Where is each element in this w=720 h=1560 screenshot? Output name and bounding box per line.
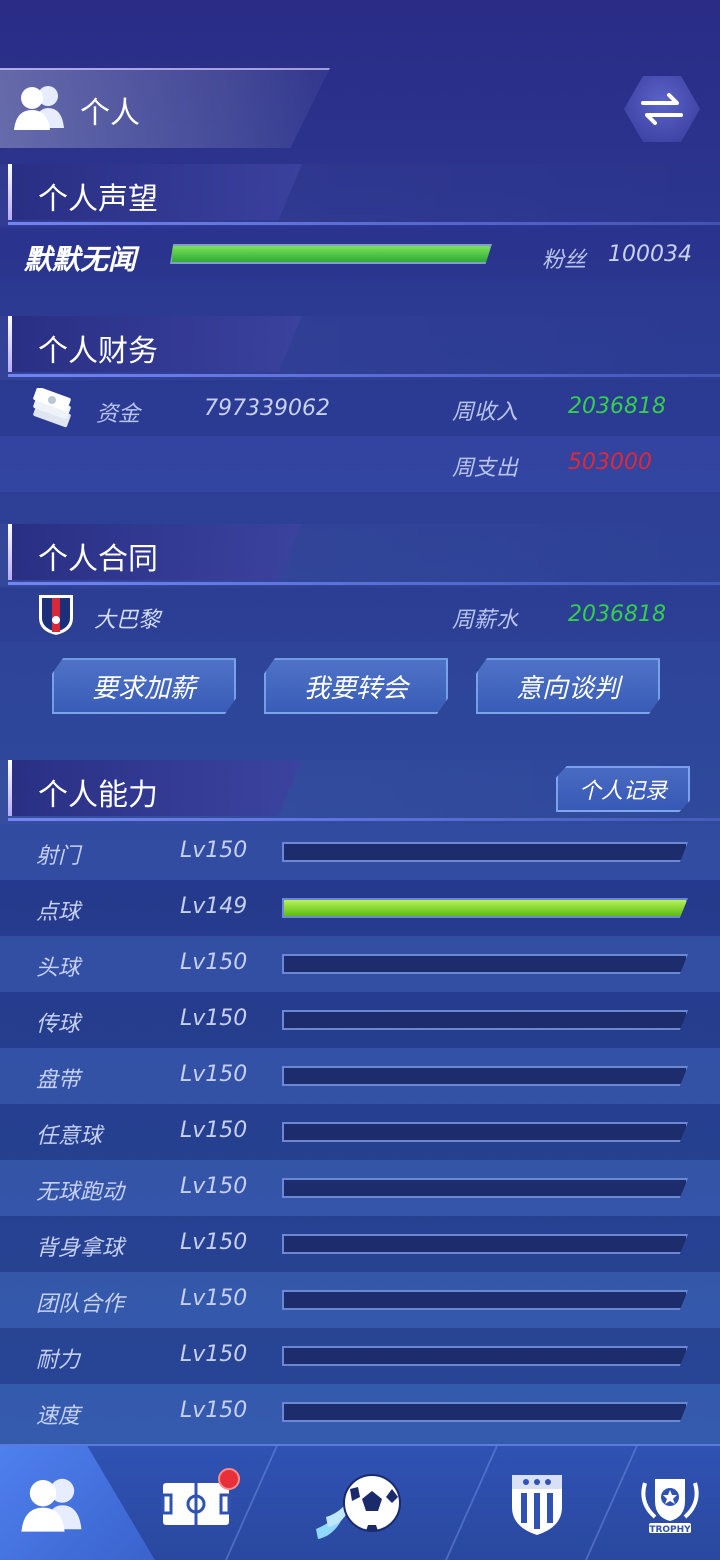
ability-progress-bar [282, 1010, 688, 1030]
ability-row: 任意球 Lv150 [0, 1104, 720, 1160]
ability-level: Lv150 [180, 1230, 248, 1255]
ability-level: Lv150 [180, 1118, 248, 1143]
weekly-income-label: 周收入 [452, 400, 519, 425]
personal-record-button[interactable]: 个人记录 [556, 766, 690, 812]
club-name: 大巴黎 [94, 608, 161, 633]
weekly-salary-label: 周薪水 [452, 608, 519, 633]
ability-row: 团队合作 Lv150 [0, 1272, 720, 1328]
transfer-button[interactable]: 我要转会 [264, 658, 448, 714]
ability-progress-bar [282, 954, 688, 974]
football-icon [316, 1474, 401, 1539]
page-title: 个人 [80, 96, 140, 131]
people-icon [12, 82, 72, 132]
ability-row: 点球 Lv149 [0, 880, 720, 936]
ability-name: 速度 [36, 1404, 81, 1429]
negotiate-button[interactable]: 意向谈判 [476, 658, 660, 714]
ability-level: Lv150 [180, 1398, 248, 1423]
ability-name: 背身拿球 [36, 1236, 125, 1261]
ability-name: 点球 [36, 900, 81, 925]
fans-value: 100034 [608, 242, 692, 267]
ability-level: Lv150 [180, 1342, 248, 1367]
ability-name: 耐力 [36, 1348, 81, 1373]
switch-button[interactable] [624, 76, 700, 142]
ability-row: 盘带 Lv150 [0, 1048, 720, 1104]
nav-item-pitch[interactable] [150, 1446, 242, 1560]
ability-row: 头球 Lv150 [0, 936, 720, 992]
nav-item-trophy[interactable]: TROPHY [624, 1446, 716, 1560]
club-shield-icon [512, 1475, 562, 1535]
ability-name: 传球 [36, 1012, 81, 1037]
nav-item-player[interactable] [0, 1446, 110, 1560]
ability-level: Lv149 [180, 894, 248, 919]
section-reputation: 个人声望 [0, 164, 720, 228]
ability-level: Lv150 [180, 950, 248, 975]
reputation-bar-fill [172, 246, 490, 262]
ability-progress-bar [282, 842, 688, 862]
funds-label: 资金 [96, 402, 141, 427]
notification-dot [218, 1468, 240, 1490]
ability-level: Lv150 [180, 1286, 248, 1311]
ability-progress-bar [282, 1402, 688, 1422]
section-contract: 个人合同 [0, 524, 720, 588]
nav-item-club[interactable] [490, 1446, 584, 1560]
weekly-expense-value: 503000 [568, 450, 652, 475]
weekly-expense-label: 周支出 [452, 456, 519, 481]
ability-progress-bar [282, 1066, 688, 1086]
swap-arrows-icon [641, 93, 683, 125]
ability-level: Lv150 [180, 1006, 248, 1031]
ability-progress-bar [282, 1346, 688, 1366]
trophy-label: TROPHY [649, 1525, 691, 1535]
ability-progress-bar [282, 1178, 688, 1198]
ability-name: 射门 [36, 844, 81, 869]
ability-row: 无球跑动 Lv150 [0, 1160, 720, 1216]
ability-level: Lv150 [180, 838, 248, 863]
ability-row: 耐力 Lv150 [0, 1328, 720, 1384]
raise-salary-button[interactable]: 要求加薪 [52, 658, 236, 714]
funds-value: 797339062 [204, 396, 330, 421]
section-title: 个人合同 [38, 542, 158, 577]
ability-row: 射门 Lv150 [0, 824, 720, 880]
ability-progress-fill [284, 900, 686, 916]
section-title: 个人声望 [38, 182, 158, 217]
ability-level: Lv150 [180, 1062, 248, 1087]
weekly-salary-value: 2036818 [568, 602, 666, 627]
ability-progress-bar [282, 1122, 688, 1142]
reputation-rank: 默默无闻 [24, 243, 137, 276]
ability-row: 速度 Lv150 [0, 1384, 720, 1440]
ability-name: 团队合作 [36, 1292, 125, 1317]
section-title: 个人财务 [38, 334, 158, 369]
ability-name: 头球 [36, 956, 81, 981]
weekly-income-value: 2036818 [568, 394, 666, 419]
club-crest-icon [36, 592, 76, 642]
cash-icon [30, 386, 76, 432]
nav-item-match[interactable] [300, 1446, 420, 1560]
section-finance: 个人财务 [0, 316, 720, 380]
ability-name: 无球跑动 [36, 1180, 125, 1205]
ability-row: 背身拿球 Lv150 [0, 1216, 720, 1272]
section-title: 个人能力 [38, 778, 158, 813]
ability-progress-bar [282, 898, 688, 918]
ability-name: 盘带 [36, 1068, 81, 1093]
people-icon [21, 1478, 82, 1532]
ability-level: Lv150 [180, 1174, 248, 1199]
ability-progress-bar [282, 1234, 688, 1254]
ability-name: 任意球 [36, 1124, 103, 1149]
bottom-nav: TROPHY [0, 1444, 720, 1560]
reputation-bar [170, 244, 492, 264]
ability-progress-bar [282, 1290, 688, 1310]
fans-label: 粉丝 [542, 248, 587, 273]
ability-row: 传球 Lv150 [0, 992, 720, 1048]
